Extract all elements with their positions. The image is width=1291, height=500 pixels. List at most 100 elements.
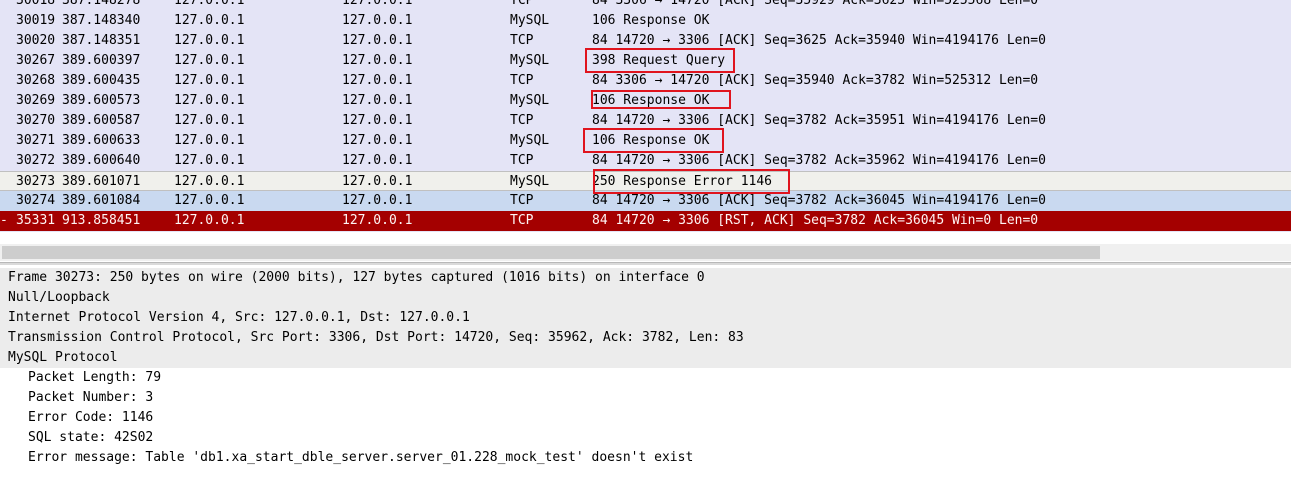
- packet-protocol: TCP: [510, 193, 534, 208]
- packet-row[interactable]: 30274 389.601084 127.0.0.1 127.0.0.1 TCP 84 1…: [0, 191, 1291, 211]
- packet-row[interactable]: -35331 913.858451 127.0.0.1 127.0.0.1 TCP 84 …: [0, 211, 1291, 231]
- packet-row[interactable]: 30271 389.600633 127.0.0.1 127.0.0.1 MySQL 10…: [0, 131, 1291, 151]
- packet-info: 84 3306 → 14720 [ACK] Seq=35929 Ack=3625…: [592, 0, 1039, 8]
- packet-protocol: TCP: [510, 153, 534, 168]
- packet-source: 127.0.0.1: [174, 213, 245, 228]
- packet-number: 30269: [16, 93, 56, 108]
- packet-destination: 127.0.0.1: [342, 153, 413, 168]
- packet-source: 127.0.0.1: [174, 53, 245, 68]
- packet-destination: 127.0.0.1: [342, 93, 413, 108]
- packet-number: 30018: [16, 0, 56, 8]
- detail-row[interactable]: Packet Number: 3: [0, 388, 1291, 408]
- packet-protocol: TCP: [510, 0, 534, 8]
- detail-row[interactable]: SQL state: 42S02: [0, 428, 1291, 448]
- packet-row[interactable]: 30273 389.601071 127.0.0.1 127.0.0.1 MySQL 25…: [0, 171, 1291, 191]
- packet-info: 84 14720 → 3306 [ACK] Seq=3782 Ack=35962…: [592, 153, 1046, 168]
- packet-details[interactable]: Frame 30273: 250 bytes on wire (2000 bit…: [0, 268, 1291, 500]
- packet-source: 127.0.0.1: [174, 93, 245, 108]
- packet-source: 127.0.0.1: [174, 33, 245, 48]
- pane-splitter[interactable]: [0, 262, 1291, 265]
- packet-mark: -: [0, 213, 8, 228]
- packet-destination: 127.0.0.1: [342, 33, 413, 48]
- packet-source: 127.0.0.1: [174, 113, 245, 128]
- packet-destination: 127.0.0.1: [342, 13, 413, 28]
- packet-number: 30273: [16, 174, 56, 189]
- packet-protocol: TCP: [510, 213, 534, 228]
- packet-source: 127.0.0.1: [174, 133, 245, 148]
- packet-row[interactable]: 30018 387.148278 127.0.0.1 127.0.0.1 TCP 84 3…: [0, 0, 1291, 11]
- detail-row[interactable]: Packet Length: 79: [0, 368, 1291, 388]
- packet-time: 389.601071: [62, 174, 141, 189]
- packet-destination: 127.0.0.1: [342, 53, 413, 68]
- packet-info: 106 Response OK: [592, 13, 710, 28]
- packet-source: 127.0.0.1: [174, 174, 245, 189]
- packet-number: 30272: [16, 153, 56, 168]
- packet-row[interactable]: 30020 387.148351 127.0.0.1 127.0.0.1 TCP 84 1…: [0, 31, 1291, 51]
- packet-time: 389.600587: [62, 113, 141, 128]
- packet-number: 30267: [16, 53, 56, 68]
- packet-number: 30268: [16, 73, 56, 88]
- detail-row[interactable]: Error Code: 1146: [0, 408, 1291, 428]
- packet-number: 30019: [16, 13, 56, 28]
- packet-source: 127.0.0.1: [174, 73, 245, 88]
- packet-source: 127.0.0.1: [174, 153, 245, 168]
- packet-time: 913.858451: [62, 213, 141, 228]
- packet-destination: 127.0.0.1: [342, 174, 413, 189]
- packet-time: 387.148278: [62, 0, 141, 8]
- packet-time: 389.600397: [62, 53, 141, 68]
- packet-info: 250 Response Error 1146: [592, 174, 773, 189]
- packet-protocol: MySQL: [510, 53, 550, 68]
- detail-row[interactable]: Error message: Table 'db1.xa_start_dble_…: [0, 448, 1291, 468]
- horizontal-scrollbar[interactable]: [0, 244, 1291, 261]
- packet-protocol: MySQL: [510, 93, 550, 108]
- packet-info: 84 14720 → 3306 [RST, ACK] Seq=3782 Ack=…: [592, 213, 1039, 228]
- packet-protocol: MySQL: [510, 13, 550, 28]
- packet-number: 30271: [16, 133, 56, 148]
- packet-time: 387.148340: [62, 13, 141, 28]
- packet-source: 127.0.0.1: [174, 0, 245, 8]
- packet-time: 389.600573: [62, 93, 141, 108]
- packet-destination: 127.0.0.1: [342, 113, 413, 128]
- packet-row[interactable]: 30267 389.600397 127.0.0.1 127.0.0.1 MySQL 39…: [0, 51, 1291, 71]
- detail-row[interactable]: Internet Protocol Version 4, Src: 127.0.…: [0, 308, 1291, 328]
- packet-info: 84 14720 → 3306 [ACK] Seq=3625 Ack=35940…: [592, 33, 1046, 48]
- packet-destination: 127.0.0.1: [342, 133, 413, 148]
- packet-destination: 127.0.0.1: [342, 0, 413, 8]
- packet-time: 389.601084: [62, 193, 141, 208]
- detail-row[interactable]: Null/Loopback: [0, 288, 1291, 308]
- packet-number: 30274: [16, 193, 56, 208]
- detail-row[interactable]: Transmission Control Protocol, Src Port:…: [0, 328, 1291, 348]
- packet-list[interactable]: 30018 387.148278 127.0.0.1 127.0.0.1 TCP 84 3…: [0, 0, 1291, 232]
- detail-row[interactable]: Frame 30273: 250 bytes on wire (2000 bit…: [0, 268, 1291, 288]
- packet-protocol: TCP: [510, 73, 534, 88]
- packet-info: 84 14720 → 3306 [ACK] Seq=3782 Ack=35951…: [592, 113, 1046, 128]
- packet-info: 106 Response OK: [592, 133, 710, 148]
- packet-source: 127.0.0.1: [174, 193, 245, 208]
- packet-number: 30020: [16, 33, 56, 48]
- packet-number: 35331: [16, 213, 56, 228]
- packet-row[interactable]: 30019 387.148340 127.0.0.1 127.0.0.1 MySQL 10…: [0, 11, 1291, 31]
- packet-row[interactable]: 30270 389.600587 127.0.0.1 127.0.0.1 TCP 84 1…: [0, 111, 1291, 131]
- packet-info: 398 Request Query: [592, 53, 726, 68]
- detail-row[interactable]: MySQL Protocol: [0, 348, 1291, 368]
- packet-destination: 127.0.0.1: [342, 73, 413, 88]
- packet-protocol: MySQL: [510, 174, 550, 189]
- packet-source: 127.0.0.1: [174, 13, 245, 28]
- packet-info: 106 Response OK: [592, 93, 710, 108]
- packet-row[interactable]: 30269 389.600573 127.0.0.1 127.0.0.1 MySQL 10…: [0, 91, 1291, 111]
- packet-row[interactable]: 30268 389.600435 127.0.0.1 127.0.0.1 TCP 84 3…: [0, 71, 1291, 91]
- packet-time: 387.148351: [62, 33, 141, 48]
- packet-destination: 127.0.0.1: [342, 193, 413, 208]
- packet-info: 84 14720 → 3306 [ACK] Seq=3782 Ack=36045…: [592, 193, 1046, 208]
- packet-row[interactable]: 30272 389.600640 127.0.0.1 127.0.0.1 TCP 84 1…: [0, 151, 1291, 171]
- packet-time: 389.600640: [62, 153, 141, 168]
- packet-destination: 127.0.0.1: [342, 213, 413, 228]
- packet-time: 389.600633: [62, 133, 141, 148]
- packet-protocol: MySQL: [510, 133, 550, 148]
- packet-number: 30270: [16, 113, 56, 128]
- packet-info: 84 3306 → 14720 [ACK] Seq=35940 Ack=3782…: [592, 73, 1039, 88]
- packet-protocol: TCP: [510, 33, 534, 48]
- packet-protocol: TCP: [510, 113, 534, 128]
- scrollbar-thumb[interactable]: [2, 246, 1100, 259]
- packet-time: 389.600435: [62, 73, 141, 88]
